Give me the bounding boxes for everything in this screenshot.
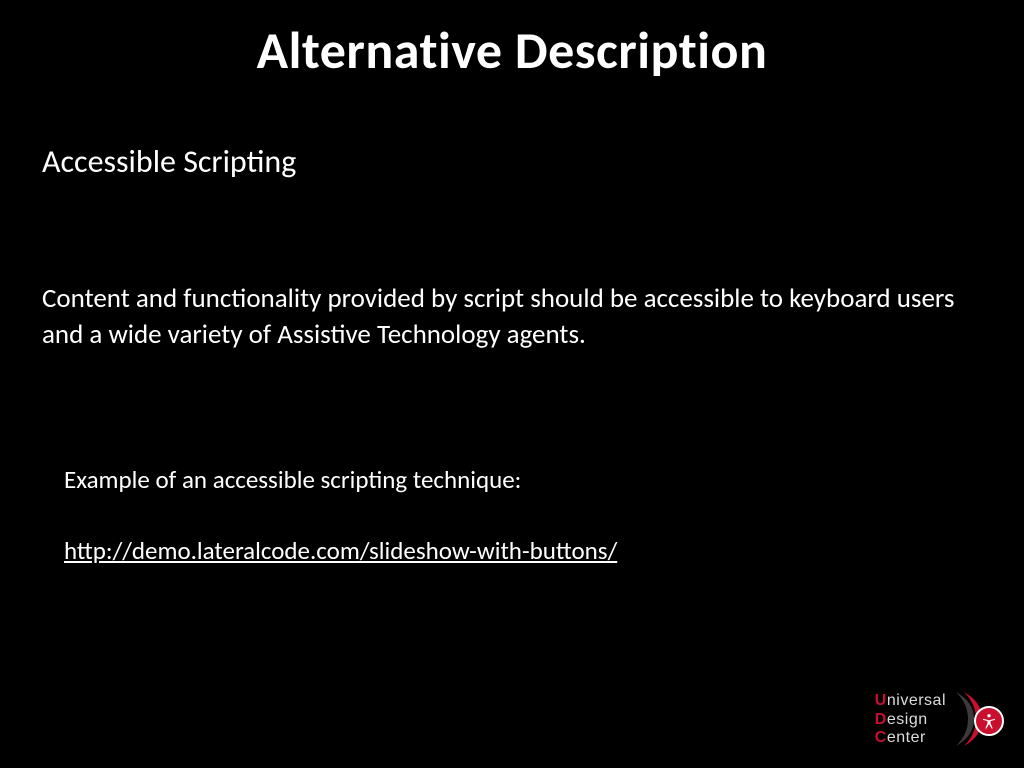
accessibility-icon [974,706,1004,736]
logo-letter-d: D [875,711,887,729]
logo-letter-c: C [875,729,887,747]
logo-word-universal: niversal [887,692,946,710]
logo-graphic [954,690,1004,750]
body-paragraph: Content and functionality provided by sc… [42,281,982,354]
logo-word-design: esign [887,711,928,729]
logo-word-center: enter [887,729,926,747]
example-label: Example of an accessible scripting techn… [64,464,982,495]
example-link[interactable]: http://demo.lateralcode.com/slideshow-wi… [64,535,617,566]
udc-logo: U niversal D esign C enter [875,690,1004,750]
slide-title: Alternative Description [0,0,1024,82]
content-area: Accessible Scripting Content and functio… [0,82,1024,566]
example-section: Example of an accessible scripting techn… [42,464,982,566]
subtitle: Accessible Scripting [42,142,982,181]
logo-text: U niversal D esign C enter [875,692,946,747]
logo-letter-u: U [875,692,887,710]
